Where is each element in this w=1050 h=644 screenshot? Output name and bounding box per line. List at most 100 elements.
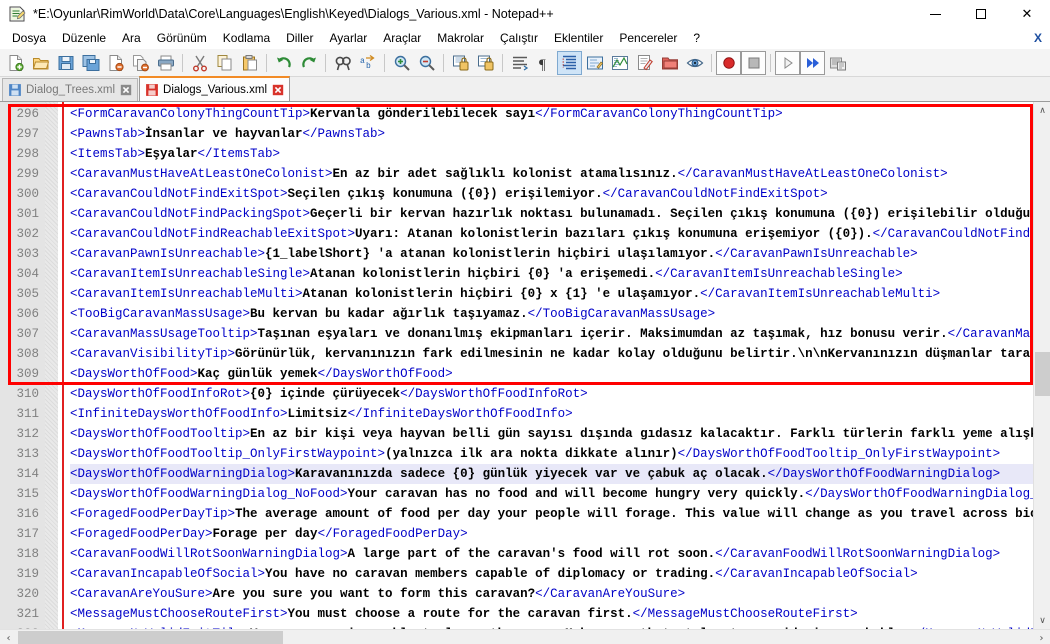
code-line[interactable]: <ForagedFoodPerDayTip>The average amount… <box>70 504 1050 524</box>
tab-close-icon[interactable] <box>120 84 132 96</box>
open-file-icon[interactable] <box>28 51 53 75</box>
stop-recording-icon[interactable] <box>741 50 766 75</box>
xml-tag: <TooBigCaravanMassUsage> <box>70 307 251 321</box>
toolbar-separator <box>266 53 267 72</box>
record-macro-icon[interactable] <box>716 50 741 75</box>
menu-item-g-r-n-m[interactable]: Görünüm <box>149 29 215 48</box>
line-number: 305 <box>16 287 39 301</box>
menu-item-ara-lar[interactable]: Araçlar <box>375 29 429 48</box>
code-line[interactable]: <InfiniteDaysWorthOfFoodInfo>Limitsiz</I… <box>70 404 1050 424</box>
menu-item-makrolar[interactable]: Makrolar <box>429 29 492 48</box>
menu-item-ara[interactable]: Ara <box>114 29 149 48</box>
find-icon[interactable] <box>330 51 355 75</box>
menu-item-al-t-r[interactable]: Çalıştır <box>492 29 546 48</box>
code-line[interactable]: <ItemsTab>Eşyalar</ItemsTab> <box>70 144 1050 164</box>
code-line[interactable]: <MessageMustChooseRouteFirst>You must ch… <box>70 604 1050 624</box>
word-wrap-icon[interactable] <box>507 51 532 75</box>
maximize-button[interactable] <box>958 0 1004 28</box>
menu-item-dosya[interactable]: Dosya <box>4 29 54 48</box>
new-file-icon[interactable] <box>3 51 28 75</box>
horizontal-scrollbar-thumb[interactable] <box>18 631 283 644</box>
play-macro-icon[interactable] <box>775 50 800 75</box>
code-line[interactable]: <CaravanVisibilityTip>Görünürlük, kervan… <box>70 344 1050 364</box>
code-line[interactable]: <CaravanIncapableOfSocial>You have no ca… <box>70 564 1050 584</box>
scroll-down-arrow-icon[interactable]: ∨ <box>1034 612 1050 629</box>
scroll-right-arrow-icon[interactable]: › <box>1033 630 1050 644</box>
paste-icon[interactable] <box>237 51 262 75</box>
sync-horizontal-scroll-icon[interactable] <box>473 51 498 75</box>
tab-dialogs-various-xml[interactable]: Dialogs_Various.xml <box>139 76 291 101</box>
svg-text:¶: ¶ <box>539 57 546 72</box>
replace-icon[interactable]: ab <box>355 51 380 75</box>
code-line[interactable]: <CaravanCouldNotFindReachableExitSpot>Uy… <box>70 224 1050 244</box>
code-line[interactable]: <DaysWorthOfFoodWarningDialog_NoFood>You… <box>70 484 1050 504</box>
menu-item-d-zenle[interactable]: Düzenle <box>54 29 114 48</box>
code-line[interactable]: <CaravanItemIsUnreachableMulti>Atanan ko… <box>70 284 1050 304</box>
document-map-icon[interactable] <box>607 51 632 75</box>
close-document-button[interactable]: X <box>1034 31 1042 45</box>
close-button[interactable]: ✕ <box>1004 0 1050 28</box>
tab-dialog-trees-xml[interactable]: Dialog_Trees.xml <box>2 78 139 101</box>
monitoring-icon[interactable] <box>682 51 707 75</box>
zoom-in-icon[interactable] <box>389 51 414 75</box>
code-line[interactable]: <PawnsTab>İnsanlar ve hayvanlar</PawnsTa… <box>70 124 1050 144</box>
close-file-icon[interactable] <box>103 51 128 75</box>
vertical-scrollbar[interactable]: ∧ ∨ <box>1033 102 1050 629</box>
code-line[interactable]: <ForagedFoodPerDay>Forage per day</Forag… <box>70 524 1050 544</box>
code-line[interactable]: <CaravanFoodWillRotSoonWarningDialog>A l… <box>70 544 1050 564</box>
folder-as-workspace-icon[interactable] <box>657 51 682 75</box>
horizontal-scrollbar[interactable]: ‹ › <box>0 629 1050 644</box>
code-line[interactable]: <CaravanMassUsageTooltip>Taşınan eşyalar… <box>70 324 1050 344</box>
fold-margin[interactable] <box>45 102 58 629</box>
menu-item-kodlama[interactable]: Kodlama <box>215 29 278 48</box>
xml-tag: <CaravanItemIsUnreachableSingle> <box>70 267 311 281</box>
copy-icon[interactable] <box>212 51 237 75</box>
scroll-up-arrow-icon[interactable]: ∧ <box>1034 102 1050 119</box>
menu-item-[interactable]: ? <box>685 29 708 48</box>
toolbar-separator <box>325 53 326 72</box>
xml-text: {1_labelShort} 'a atanan kolonistlerin h… <box>265 247 716 261</box>
redo-icon[interactable] <box>296 51 321 75</box>
user-defined-language-icon[interactable] <box>582 51 607 75</box>
code-line[interactable]: <TooBigCaravanMassUsage>Bu kervan bu kad… <box>70 304 1050 324</box>
code-line[interactable]: <FormCaravanColonyThingCountTip>Kervanla… <box>70 104 1050 124</box>
code-line[interactable]: <CaravanPawnIsUnreachable>{1_labelShort}… <box>70 244 1050 264</box>
run-icon[interactable] <box>825 51 850 75</box>
sync-vertical-scroll-icon[interactable] <box>448 51 473 75</box>
minimize-button[interactable] <box>912 0 958 28</box>
code-line[interactable]: <DaysWorthOfFood>Kaç günlük yemek</DaysW… <box>70 364 1050 384</box>
save-icon[interactable] <box>53 51 78 75</box>
xml-tag: <CaravanMustHaveAtLeastOneColonist> <box>70 167 333 181</box>
code-line[interactable]: <CaravanCouldNotFindPackingSpot>Geçerli … <box>70 204 1050 224</box>
toolbar-separator <box>502 53 503 72</box>
code-line[interactable]: <CaravanMustHaveAtLeastOneColonist>En az… <box>70 164 1050 184</box>
code-text[interactable]: <FormCaravanColonyThingCountTip>Kervanla… <box>68 102 1050 629</box>
xml-tag: <FormCaravanColonyThingCountTip> <box>70 107 311 121</box>
code-line[interactable]: <DaysWorthOfFoodWarningDialog>Karavanını… <box>70 464 1050 484</box>
undo-icon[interactable] <box>271 51 296 75</box>
close-all-files-icon[interactable] <box>128 51 153 75</box>
code-line[interactable]: <DaysWorthOfFoodTooltip>En az bir kişi v… <box>70 424 1050 444</box>
menu-item-pencereler[interactable]: Pencereler <box>611 29 685 48</box>
print-icon[interactable] <box>153 51 178 75</box>
function-list-icon[interactable] <box>632 51 657 75</box>
vertical-scrollbar-thumb[interactable] <box>1035 352 1050 396</box>
run-macro-multiple-icon[interactable] <box>800 50 825 75</box>
menu-item-diller[interactable]: Diller <box>278 29 321 48</box>
xml-tag: <DaysWorthOfFoodInfoRot> <box>70 387 251 401</box>
xml-tag: </CaravanFoodWillRotSoonWarningDialog> <box>715 547 1001 561</box>
code-line[interactable]: <CaravanAreYouSure>Are you sure you want… <box>70 584 1050 604</box>
indent-guide-icon[interactable] <box>557 50 582 75</box>
scroll-left-arrow-icon[interactable]: ‹ <box>0 630 17 644</box>
menu-item-eklentiler[interactable]: Eklentiler <box>546 29 611 48</box>
zoom-out-icon[interactable] <box>414 51 439 75</box>
show-all-characters-icon[interactable]: ¶ <box>532 51 557 75</box>
cut-icon[interactable] <box>187 51 212 75</box>
code-line[interactable]: <CaravanItemIsUnreachableSingle>Atanan k… <box>70 264 1050 284</box>
code-line[interactable]: <DaysWorthOfFoodTooltip_OnlyFirstWaypoin… <box>70 444 1050 464</box>
code-line[interactable]: <CaravanCouldNotFindExitSpot>Seçilen çık… <box>70 184 1050 204</box>
tab-close-icon[interactable] <box>272 84 284 96</box>
save-all-icon[interactable] <box>78 51 103 75</box>
code-line[interactable]: <DaysWorthOfFoodInfoRot>{0} içinde çürüy… <box>70 384 1050 404</box>
menu-item-ayarlar[interactable]: Ayarlar <box>321 29 375 48</box>
